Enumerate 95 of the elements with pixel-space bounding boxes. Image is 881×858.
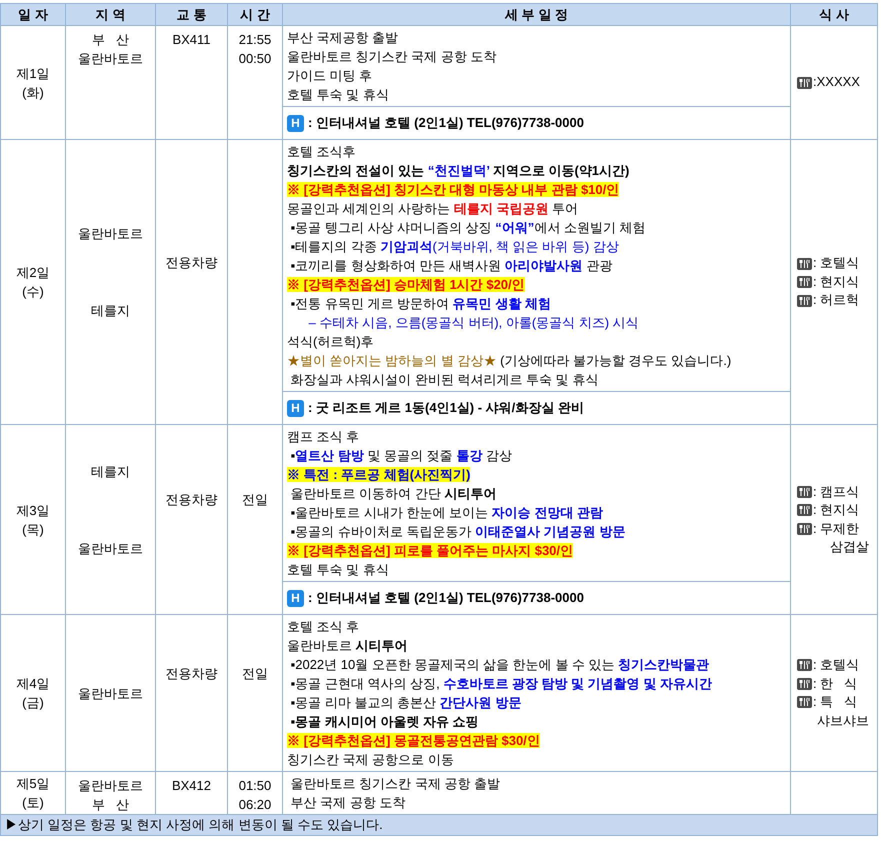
region-text: 테를지	[91, 302, 130, 320]
cutlery-icon	[797, 486, 812, 498]
notice-bar: ▶상기 일정은 항공 및 현지 사정에 의해 변동이 될 수도 있습니다.	[0, 814, 878, 836]
meal-text: : 현지식	[813, 501, 860, 519]
weekday-label: (토)	[21, 794, 45, 812]
schedule-line: 석식(허르헉)후	[287, 333, 375, 351]
meal-text: : 호텔식	[813, 656, 860, 674]
schedule-line: ▪몽골 캐시미어 아울렛 자유 쇼핑	[290, 713, 480, 731]
time-text: 01:50	[238, 777, 272, 795]
schedule-line: 화장실과 샤워시설이 완비된 럭셔리게르 투숙 및 휴식	[290, 371, 600, 389]
schedule-line: ★별이 쏟아지는 밤하늘의 별 감상★ (기상에따라 불가능할 경우도 있습니다.)	[287, 352, 732, 370]
column-header: 시 간	[228, 4, 282, 26]
schedule-line: 울란바토르 칭기스칸 국제 공항 출발	[290, 775, 502, 793]
cutlery-icon	[797, 678, 812, 690]
region-text: 울란바토르	[78, 540, 143, 558]
transport-text: BX412	[172, 778, 212, 793]
meal-text: : 호텔식	[813, 254, 860, 272]
schedule-line: – 수테차 시음, 으름(몽골식 버터), 아롤(몽골식 치즈) 시식	[308, 314, 640, 332]
transport-text: 전용차량	[166, 492, 218, 507]
cutlery-icon	[797, 522, 812, 535]
region-text: 울란바토르	[78, 777, 143, 795]
schedule-line: 호텔 조식후	[287, 143, 357, 161]
hotel-text: : 인터내셔널 호텔 (2인1실) TEL(976)7738-0000	[308, 589, 584, 608]
schedule-line: ▪전통 유목민 게르 방문하여 유목민 생활 체험	[290, 295, 552, 313]
cutlery-icon	[797, 504, 812, 516]
schedule-line: ▪열트산 탐방 및 몽골의 젖줄 톨강 감상	[290, 447, 513, 465]
cutlery-icon	[797, 258, 812, 270]
schedule-line: 부산 국제공항 출발	[287, 29, 400, 47]
schedule-line: 캠프 조식 후	[287, 428, 360, 446]
transport-text: 전용차량	[166, 254, 218, 270]
region-text: 테를지	[91, 462, 130, 480]
schedule-line: 호텔 투숙 및 휴식	[287, 86, 390, 104]
schedule-line: ▪코끼리를 형상화하여 만든 새벽사원 아리야발사원 관광	[290, 257, 614, 275]
schedule-line: ▪2022년 10월 오픈한 몽골제국의 삶을 한눈에 볼 수 있는 칭기스칸박물관	[290, 656, 710, 674]
schedule-line: 울란바토르 이동하여 간단 시티투어	[290, 485, 498, 503]
schedule-line: 가이드 미팅 후	[287, 67, 374, 85]
schedule-line: ▪몽골의 슈바이처로 독립운동가 이태준열사 기념공원 방문	[290, 523, 626, 541]
schedule-line: 칭기스칸 국제 공항으로 이동	[287, 751, 455, 769]
schedule-line: 호텔 조식 후	[287, 618, 360, 636]
region-text: 울란바토르	[78, 684, 143, 702]
hotel-icon: H	[287, 590, 304, 606]
schedule-line: ▪울란바토르 시내가 한눈에 보이는 자이승 전망대 관람	[290, 504, 604, 522]
column-header: 식 사	[790, 4, 878, 26]
schedule-line: 호텔 투숙 및 휴식	[287, 561, 390, 579]
column-header: 세 부 일 정	[282, 4, 790, 26]
column-header: 지 역	[66, 4, 156, 26]
transport-text: BX411	[172, 32, 211, 47]
cutlery-icon	[797, 696, 812, 708]
weekday-label: (화)	[21, 84, 45, 102]
cutlery-icon	[797, 276, 812, 288]
time-text: 전일	[241, 491, 269, 509]
cutlery-icon	[797, 294, 812, 306]
meal-text: : 한 식	[813, 674, 858, 692]
day-label: 제3일	[15, 502, 51, 520]
schedule-line: ▪몽골 근현대 역사의 상징, 수호바토르 광장 탐방 및 기념촬영 및 자유시간	[290, 675, 713, 693]
day-label: 제4일	[15, 675, 51, 693]
time-text: 06:20	[238, 796, 272, 814]
schedule-line: ▪몽골 리마 불교의 총본산 간단사원 방문	[290, 694, 522, 712]
schedule-line: 칭기스칸의 전설이 있는 “천진벌덕’ 지역으로 이동(약1시간)	[287, 162, 630, 180]
hotel-text: : 인터내셔널 호텔 (2인1실) TEL(976)7738-0000	[308, 114, 584, 132]
schedule-line: 몽골인과 세계인의 사랑하는 테를지 국립공원 투어	[287, 200, 580, 218]
time-text: 전일	[241, 664, 269, 682]
column-header: 일 자	[0, 4, 66, 26]
meal-text: : 허르헉	[813, 291, 860, 310]
column-header: 교 통	[156, 4, 228, 26]
schedule-line: 울란바토르 시티투어	[287, 637, 409, 655]
region-text: 부 산	[92, 796, 129, 814]
schedule-line: ▪테를지의 각종 기암괴석(거북바위, 책 읽은 바위 등) 감상	[290, 238, 620, 256]
day-label: 제1일	[15, 64, 51, 82]
region-text: 울란바토르	[78, 225, 143, 243]
hotel-text: : 굿 리조트 게르 1동(4인1실) - 샤워/화장실 완비	[308, 399, 584, 418]
meal-text: 샤브샤브	[817, 712, 870, 730]
meal-text: : 특 식	[813, 693, 858, 711]
meal-text: : 현지식	[813, 272, 860, 291]
transport-text: 전용차량	[166, 666, 218, 680]
meal-text: : 무제한	[813, 520, 860, 538]
weekday-label: (금)	[21, 694, 45, 712]
weekday-label: (수)	[21, 283, 45, 301]
meal-text: :XXXXX	[813, 73, 860, 92]
weekday-label: (목)	[21, 520, 45, 538]
schedule-line: 부산 국제 공항 도착	[290, 794, 406, 812]
meal-text: : 캠프식	[813, 482, 860, 500]
cutlery-icon	[797, 76, 812, 88]
time-text: 00:50	[238, 50, 272, 68]
cutlery-icon	[797, 659, 812, 672]
region-text: 울란바토르	[78, 50, 143, 68]
time-text: 21:55	[238, 31, 272, 49]
meal-text: 삼겹살	[830, 538, 870, 556]
schedule-line: ▪몽골 텡그리 사상 샤머니즘의 상징 “어워”에서 소원빌기 체험	[290, 219, 647, 237]
day-label: 제2일	[15, 264, 51, 282]
schedule-line: 울란바토르 칭기스칸 국제 공항 도착	[287, 48, 498, 66]
hotel-icon: H	[287, 400, 304, 416]
day-label: 제5일	[15, 775, 51, 793]
hotel-icon: H	[287, 114, 304, 132]
region-text: 부 산	[92, 31, 129, 49]
